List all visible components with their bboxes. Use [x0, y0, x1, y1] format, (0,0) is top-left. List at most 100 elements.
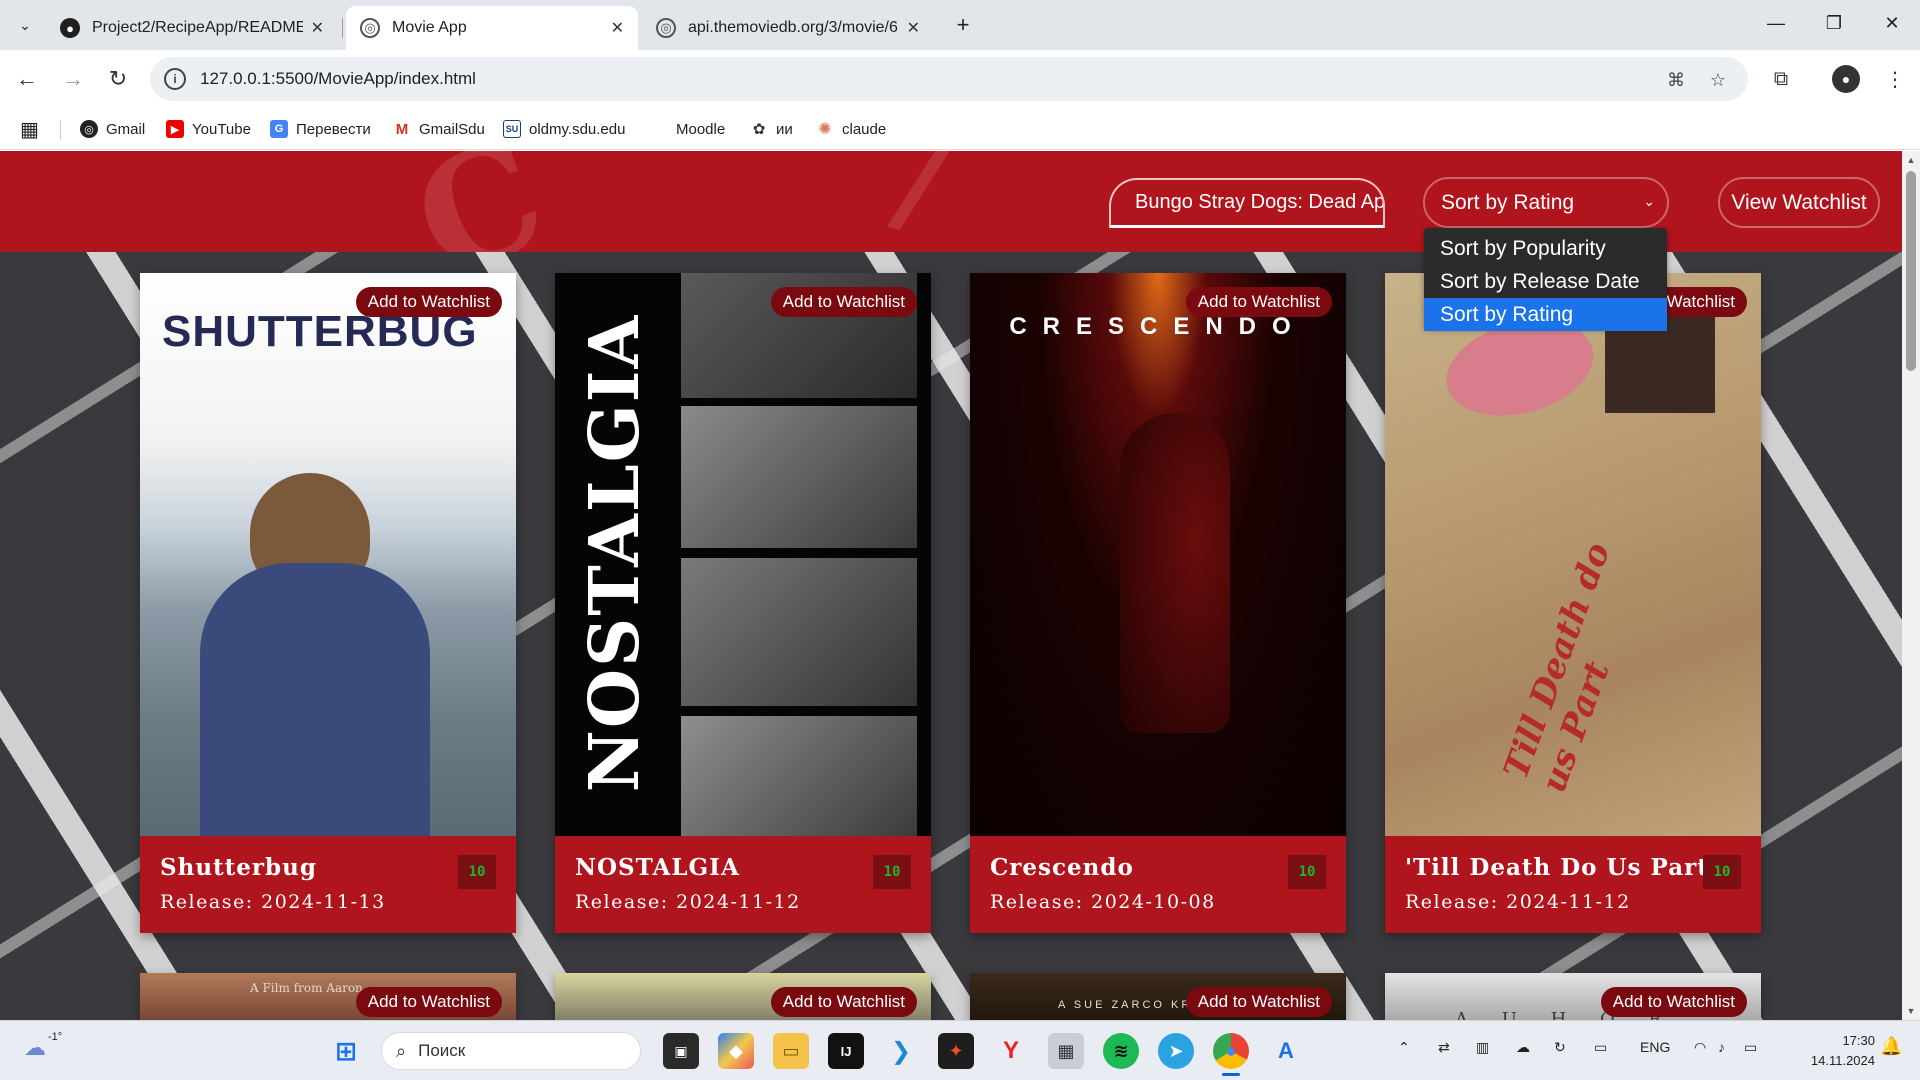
poster-film-frame [681, 558, 917, 706]
movie-card[interactable]: NOSTALGIA Add to Watchlist NOSTALGIA Rel… [555, 273, 931, 933]
bookmark-moodle[interactable]: Moodle [650, 117, 725, 141]
gmail-icon: M [395, 120, 409, 138]
weather-temp: -1° [48, 1031, 63, 1043]
task-view-icon[interactable]: ▣ [663, 1033, 699, 1069]
telegram-icon[interactable]: ➤ [1158, 1033, 1194, 1069]
add-to-watchlist-button[interactable]: Add to Watchlist [1185, 987, 1332, 1017]
poster-title-art: NOSTALGIA [575, 313, 655, 793]
close-icon[interactable]: ✕ [311, 18, 324, 38]
sort-select[interactable]: Sort by Rating ⌄ [1423, 177, 1669, 228]
language-indicator[interactable]: ENG [1640, 1039, 1670, 1055]
bookmarks-bar: ▦ ◎ Gmail ▶ YouTube G Перевести M GmailS… [0, 108, 1920, 150]
globe-icon: ◎ [80, 120, 98, 138]
start-menu-icon[interactable]: ⊞ [328, 1033, 364, 1069]
tray-app-icon[interactable]: ▥ [1476, 1039, 1489, 1056]
sync-icon[interactable]: ↻ [1554, 1039, 1566, 1056]
restore-icon[interactable]: ❐ [1814, 8, 1854, 38]
bookmark-claude[interactable]: ✺ claude [816, 117, 886, 141]
back-icon[interactable]: ← [12, 64, 42, 94]
bookmark-ii[interactable]: ✿ ии [750, 117, 793, 141]
tray-app-icon[interactable]: ⇄ [1438, 1039, 1450, 1056]
reload-icon[interactable]: ↻ [103, 64, 133, 94]
tray-overflow-icon[interactable]: ⌃ [1398, 1039, 1410, 1056]
chrome-icon[interactable]: ● [1213, 1033, 1249, 1069]
tab-movie-app[interactable]: ◎ Movie App ✕ [346, 6, 638, 50]
spotify-icon[interactable]: ≋ [1103, 1033, 1139, 1069]
apps-grid-icon[interactable]: ▦ [20, 117, 39, 141]
intellij-icon[interactable]: IJ [828, 1033, 864, 1069]
system-clock[interactable]: 17:30 14.11.2024 [1795, 1031, 1875, 1071]
movie-info: 'Till Death Do Us Part Release: 2024-11-… [1385, 836, 1761, 933]
wifi-icon[interactable]: ◠ [1694, 1039, 1706, 1056]
close-icon[interactable]: ✕ [907, 18, 920, 38]
poster-title-art: CRESCENDO [1009, 313, 1307, 340]
tab-search-icon[interactable]: ⌄ [10, 10, 40, 40]
tab-title: Project2/RecipeApp/README.m [92, 19, 303, 36]
add-to-watchlist-button[interactable]: Add to Watchlist [1185, 287, 1332, 317]
profile-avatar[interactable]: ● [1832, 65, 1860, 93]
calculator-icon[interactable]: ▦ [1048, 1033, 1084, 1069]
add-to-watchlist-button[interactable]: Add to Watchlist [1600, 987, 1747, 1017]
movie-card[interactable]: CRESCENDO Add to Watchlist Crescendo Rel… [970, 273, 1346, 933]
yandex-browser-icon[interactable]: Y [993, 1033, 1029, 1069]
bookmark-gmailsdu[interactable]: M GmailSdu [393, 117, 485, 141]
sort-option-popularity[interactable]: Sort by Popularity [1424, 232, 1667, 265]
file-explorer-icon[interactable]: ▭ [773, 1033, 809, 1069]
movie-card[interactable]: A U H O R Add to Watchlist [1385, 973, 1761, 1020]
add-to-watchlist-button[interactable]: Add to Watchlist [355, 287, 502, 317]
page-scrollbar[interactable]: ▲ ▼ [1902, 151, 1920, 1020]
tab-github[interactable]: ● Project2/RecipeApp/README.m ✕ [46, 6, 338, 50]
scrollbar-thumb[interactable] [1906, 171, 1916, 371]
taskbar-search[interactable]: ⌕ Поиск [381, 1032, 641, 1070]
poster-title-art: A Film from Aaron [250, 981, 363, 995]
sort-option-rating[interactable]: Sort by Rating [1424, 298, 1667, 331]
translator-icon[interactable]: A [1268, 1033, 1304, 1069]
forward-icon[interactable]: → [58, 64, 88, 94]
site-info-icon[interactable]: i [164, 68, 186, 90]
search-placeholder: Поиск [418, 1041, 466, 1060]
menu-icon[interactable]: ⋮ [1880, 64, 1910, 94]
bookmark-label: Gmail [106, 120, 146, 138]
onedrive-icon[interactable]: ☁ [1516, 1039, 1530, 1056]
figma-icon[interactable]: ✦ [938, 1033, 974, 1069]
copilot-icon[interactable]: ◆ [718, 1033, 754, 1069]
battery-icon[interactable]: ▭ [1744, 1039, 1757, 1056]
vscode-icon[interactable]: ❯ [883, 1033, 919, 1069]
bookmark-translate[interactable]: G Перевести [270, 117, 371, 141]
movie-title: 'Till Death Do Us Part [1405, 854, 1709, 881]
movie-card[interactable]: A SUE ZARCO KR Add to Watchlist [970, 973, 1346, 1020]
scroll-down-icon[interactable]: ▼ [1902, 1002, 1920, 1020]
search-input[interactable]: Bungo Stray Dogs: Dead Apple [1109, 178, 1385, 228]
translate-icon[interactable]: ⌘ [1664, 68, 1688, 92]
poster-title-art: A SUE ZARCO KR [1058, 999, 1193, 1011]
movie-card[interactable]: SHUTTERBUG Add to Watchlist Shutterbug R… [140, 273, 516, 933]
header-background-art: / [882, 151, 962, 252]
weather-icon[interactable]: ☁ [24, 1035, 46, 1061]
volume-icon[interactable]: ♪ [1718, 1039, 1725, 1055]
close-icon[interactable]: ✕ [611, 18, 624, 38]
window-close-icon[interactable]: ✕ [1872, 8, 1912, 38]
movie-poster: Till Death do us Part [1385, 273, 1761, 836]
bookmark-gmail[interactable]: ◎ Gmail [80, 117, 145, 141]
view-watchlist-button[interactable]: View Watchlist [1718, 177, 1880, 228]
sort-option-release-date[interactable]: Sort by Release Date [1424, 265, 1667, 298]
url-text[interactable]: 127.0.0.1:5500/MovieApp/index.html [200, 69, 476, 89]
add-to-watchlist-button[interactable]: Add to Watchlist [355, 987, 502, 1017]
add-to-watchlist-button[interactable]: Add to Watchlist [770, 987, 917, 1017]
star-icon[interactable]: ☆ [1706, 68, 1730, 92]
scroll-up-icon[interactable]: ▲ [1902, 151, 1920, 169]
extensions-icon[interactable]: ⧉ [1766, 64, 1796, 94]
movie-card[interactable]: Add to Watchlist [555, 973, 931, 1020]
bookmark-youtube[interactable]: ▶ YouTube [166, 117, 251, 141]
active-app-indicator [1222, 1073, 1240, 1076]
tray-app-icon[interactable]: ▭ [1594, 1039, 1607, 1056]
new-tab-icon[interactable]: + [948, 10, 978, 40]
address-bar[interactable]: i 127.0.0.1:5500/MovieApp/index.html ⌘ ☆ [150, 57, 1748, 101]
add-to-watchlist-button[interactable]: Add to Watchlist [770, 287, 917, 317]
minimize-icon[interactable]: — [1756, 8, 1796, 38]
bookmark-oldmy-sdu[interactable]: SU oldmy.sdu.edu [503, 117, 625, 141]
movie-card[interactable]: Till Death do us Part Add to Watchlist '… [1385, 273, 1761, 933]
movie-card[interactable]: A Film from Aaron Add to Watchlist [140, 973, 516, 1020]
notification-bell-icon[interactable]: 🔔 [1880, 1036, 1902, 1057]
tab-tmdb-api[interactable]: ◎ api.themoviedb.org/3/movie/6 ✕ [642, 6, 934, 50]
